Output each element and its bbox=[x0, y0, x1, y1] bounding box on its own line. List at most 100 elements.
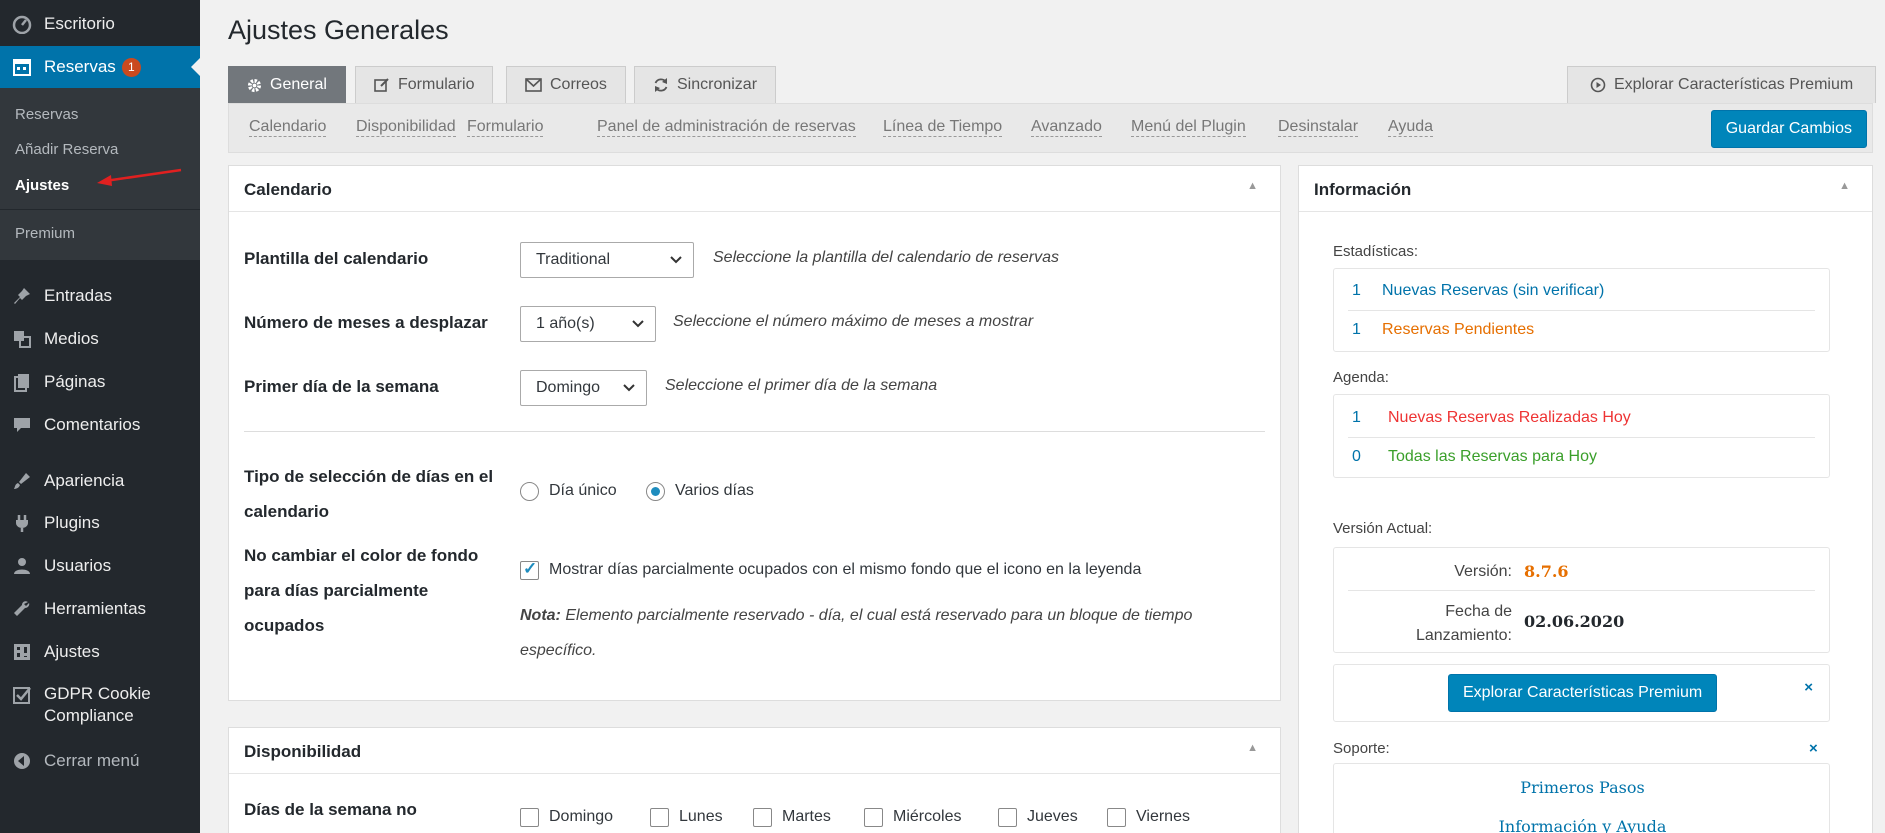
radio-multiple-days-label: Varios días bbox=[675, 482, 754, 499]
tab-sincronizar[interactable]: Sincronizar bbox=[634, 66, 777, 103]
menu-item-apariencia[interactable]: Apariencia bbox=[0, 460, 200, 502]
menu-item-escritorio[interactable]: Escritorio bbox=[0, 3, 200, 45]
tab-explorar-premium[interactable]: Explorar Características Premium bbox=[1567, 66, 1877, 103]
menu-item-gdpr-cookie-compliance[interactable]: GDPR Cookie Compliance bbox=[0, 683, 200, 735]
agenda-box: 1 Nuevas Reservas Realizadas Hoy 0 Todas… bbox=[1333, 394, 1830, 478]
menu-label: Ajustes bbox=[44, 642, 100, 661]
plug-icon bbox=[10, 511, 34, 535]
menu-label: Comentarios bbox=[44, 415, 141, 434]
settings-icon bbox=[10, 640, 34, 664]
day-checkbox-miercoles[interactable] bbox=[864, 808, 883, 827]
close-icon[interactable]: × bbox=[1809, 740, 1818, 757]
chevron-down-icon bbox=[623, 384, 635, 392]
media-icon bbox=[10, 327, 34, 351]
template-label: Plantilla del calendario bbox=[244, 249, 429, 268]
selection-type-label: Tipo de selección de días en el calendari… bbox=[244, 467, 494, 521]
panel-title: Información bbox=[1314, 180, 1412, 199]
pin-icon bbox=[10, 284, 34, 308]
support-link-informacion-ayuda[interactable]: Información y Ayuda bbox=[1334, 817, 1831, 833]
menu-item-cerrar-menu[interactable]: Cerrar menú bbox=[0, 740, 200, 782]
day-label: Domingo bbox=[549, 808, 614, 825]
panel-header[interactable]: Disponibilidad ▲ bbox=[229, 728, 1280, 774]
submenu-item-reservas[interactable]: Reservas bbox=[15, 106, 78, 123]
user-icon bbox=[10, 554, 34, 578]
tab-correos[interactable]: Correos bbox=[506, 66, 626, 103]
months-hint: Seleccione el número máximo de meses a m… bbox=[673, 313, 1034, 330]
firstday-select[interactable]: Domingo bbox=[520, 370, 647, 406]
menu-item-usuarios[interactable]: Usuarios bbox=[0, 545, 200, 587]
dashboard-icon bbox=[10, 12, 34, 36]
day-label: Martes bbox=[782, 808, 831, 825]
admin-sidebar: Escritorio Reservas 1 Reservas Añadir Re… bbox=[0, 0, 200, 833]
menu-item-herramientas[interactable]: Herramientas bbox=[0, 588, 200, 630]
subnav-formulario[interactable]: Formulario bbox=[467, 118, 544, 137]
select-value: Domingo bbox=[536, 379, 601, 396]
update-count-badge: 1 bbox=[121, 57, 141, 77]
menu-item-plugins[interactable]: Plugins bbox=[0, 502, 200, 544]
firstday-label: Primer día de la semana bbox=[244, 377, 439, 396]
submenu-item-premium[interactable]: Premium bbox=[15, 225, 75, 242]
edit-icon bbox=[374, 77, 390, 93]
submenu-divider bbox=[0, 209, 200, 210]
stats-label: Estadísticas: bbox=[1333, 243, 1419, 260]
section-divider bbox=[244, 431, 1265, 432]
menu-label: Entradas bbox=[44, 286, 113, 305]
collapse-arrow-icon[interactable]: ▲ bbox=[1247, 742, 1258, 754]
support-link-primeros-pasos[interactable]: Primeros Pasos bbox=[1334, 778, 1831, 797]
premium-box: Explorar Características Premium × bbox=[1333, 664, 1830, 722]
menu-item-medios[interactable]: Medios bbox=[0, 318, 200, 360]
panel-title: Disponibilidad bbox=[244, 742, 362, 761]
panel-title: Calendario bbox=[244, 180, 332, 199]
template-select[interactable]: Traditional bbox=[520, 242, 694, 278]
version-label: Versión Actual: bbox=[1333, 520, 1433, 537]
months-select[interactable]: 1 año(s) bbox=[520, 306, 656, 342]
menu-item-entradas[interactable]: Entradas bbox=[0, 275, 200, 317]
radio-single-day[interactable] bbox=[520, 482, 539, 501]
partial-days-checkbox[interactable] bbox=[520, 559, 539, 580]
day-checkbox-viernes[interactable] bbox=[1107, 808, 1126, 827]
menu-item-reservas[interactable]: Reservas 1 bbox=[0, 46, 200, 88]
collapse-arrow-icon[interactable]: ▲ bbox=[1839, 180, 1850, 192]
template-hint: Seleccione la plantilla del calendario d… bbox=[713, 249, 1059, 266]
menu-item-comentarios[interactable]: Comentarios bbox=[0, 404, 200, 446]
menu-label: GDPR Cookie Compliance bbox=[44, 684, 151, 725]
radio-multiple-days[interactable] bbox=[646, 482, 665, 501]
subnav-disponibilidad[interactable]: Disponibilidad bbox=[356, 118, 456, 137]
tab-label: Sincronizar bbox=[677, 76, 758, 93]
collapse-arrow-icon[interactable]: ▲ bbox=[1247, 180, 1258, 192]
subnav-calendario[interactable]: Calendario bbox=[249, 118, 327, 137]
subnav-menu-plugin[interactable]: Menú del Plugin bbox=[1131, 118, 1246, 137]
subnav-desinstalar[interactable]: Desinstalar bbox=[1278, 118, 1359, 137]
menu-item-ajustes[interactable]: Ajustes bbox=[0, 631, 200, 673]
subnav-ayuda[interactable]: Ayuda bbox=[1388, 118, 1434, 137]
day-checkbox-martes[interactable] bbox=[753, 808, 772, 827]
explore-premium-button[interactable]: Explorar Características Premium bbox=[1448, 674, 1718, 712]
day-checkbox-domingo[interactable] bbox=[520, 808, 539, 827]
subnav-panel-admin[interactable]: Panel de administración de reservas bbox=[597, 118, 856, 137]
calendar-icon bbox=[10, 55, 34, 79]
tab-formulario[interactable]: Formulario bbox=[355, 66, 494, 103]
menu-label: Plugins bbox=[44, 513, 100, 532]
support-label: Soporte: bbox=[1333, 740, 1390, 757]
wrench-icon bbox=[10, 597, 34, 621]
panel-header[interactable]: Información ▲ bbox=[1299, 166, 1872, 212]
months-label: Número de meses a desplazar bbox=[244, 313, 488, 332]
day-checkbox-lunes[interactable] bbox=[650, 808, 669, 827]
menu-item-paginas[interactable]: Páginas bbox=[0, 361, 200, 403]
tab-general[interactable]: General bbox=[228, 66, 346, 103]
submenu-item-anadir-reserva[interactable]: Añadir Reserva bbox=[15, 141, 118, 158]
submenu-item-ajustes[interactable]: Ajustes bbox=[15, 177, 69, 194]
save-changes-button[interactable]: Guardar Cambios bbox=[1710, 110, 1867, 148]
comment-icon bbox=[10, 413, 34, 437]
panel-header[interactable]: Calendario ▲ bbox=[229, 166, 1280, 212]
pages-icon bbox=[10, 370, 34, 394]
day-label: Miércoles bbox=[893, 808, 962, 825]
subnav-avanzado[interactable]: Avanzado bbox=[1031, 118, 1102, 137]
subnav-linea-tiempo[interactable]: Línea de Tiempo bbox=[883, 118, 1003, 137]
menu-label: Apariencia bbox=[44, 471, 125, 490]
close-icon[interactable]: × bbox=[1804, 679, 1813, 696]
menu-label: Páginas bbox=[44, 372, 106, 391]
main-content: Ajustes Generales General Formulario Cor… bbox=[200, 0, 1885, 833]
agenda-label: Agenda: bbox=[1333, 369, 1389, 386]
day-checkbox-jueves[interactable] bbox=[998, 808, 1017, 827]
